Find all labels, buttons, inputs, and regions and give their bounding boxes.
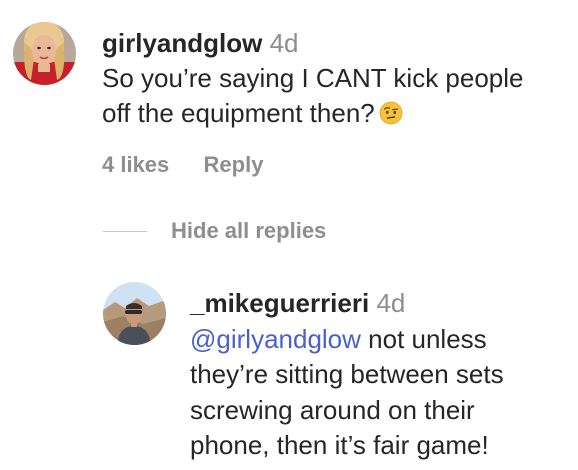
reply-text-line-1: @girlyandglow not unless (190, 322, 575, 358)
comment-likes-count[interactable]: 4 likes (102, 152, 169, 177)
reply-text-line-1-rest: not unless (360, 323, 487, 354)
comment-actions: 4 likes Reply (102, 152, 263, 178)
reply-text-line-4: phone, then it’s fair game! (190, 430, 489, 460)
reply-comment: _mikeguerrieri 4d @girlyandglow not unle… (190, 286, 575, 464)
reply-timestamp[interactable]: 4d (376, 288, 405, 318)
mention-link[interactable]: @girlyandglow (190, 324, 361, 354)
comment-username[interactable]: girlyandglow (102, 28, 262, 58)
comment-text-line-2-text: off the equipment then? (102, 98, 375, 128)
comment: girlyandglow 4d So you’re saying I CANT … (102, 26, 572, 131)
comment-text-line-1: So you’re saying I CANT kick people (102, 63, 524, 93)
avatar-mikeguerrieri[interactable] (103, 282, 166, 345)
comment-text-line-2: off the equipment then? (102, 96, 572, 131)
reply-header: _mikeguerrieri 4d (190, 286, 575, 322)
reply-username[interactable]: _mikeguerrieri (190, 288, 369, 318)
reply-button[interactable]: Reply (204, 152, 264, 177)
replies-divider-line (103, 230, 147, 232)
reply-text-line-3: screwing around on their (190, 394, 475, 425)
face-with-raised-eyebrow-emoji-icon (379, 101, 403, 125)
avatar-photo (103, 282, 166, 345)
reply-text-line-2: they’re sitting between sets (190, 359, 504, 389)
avatar-photo (13, 22, 76, 85)
comment-timestamp[interactable]: 4d (270, 28, 299, 58)
avatar-girlyandglow[interactable] (13, 22, 76, 85)
comment-header: girlyandglow 4d (102, 26, 572, 61)
hide-all-replies-button[interactable]: Hide all replies (103, 218, 326, 244)
hide-all-replies-label: Hide all replies (171, 218, 327, 243)
